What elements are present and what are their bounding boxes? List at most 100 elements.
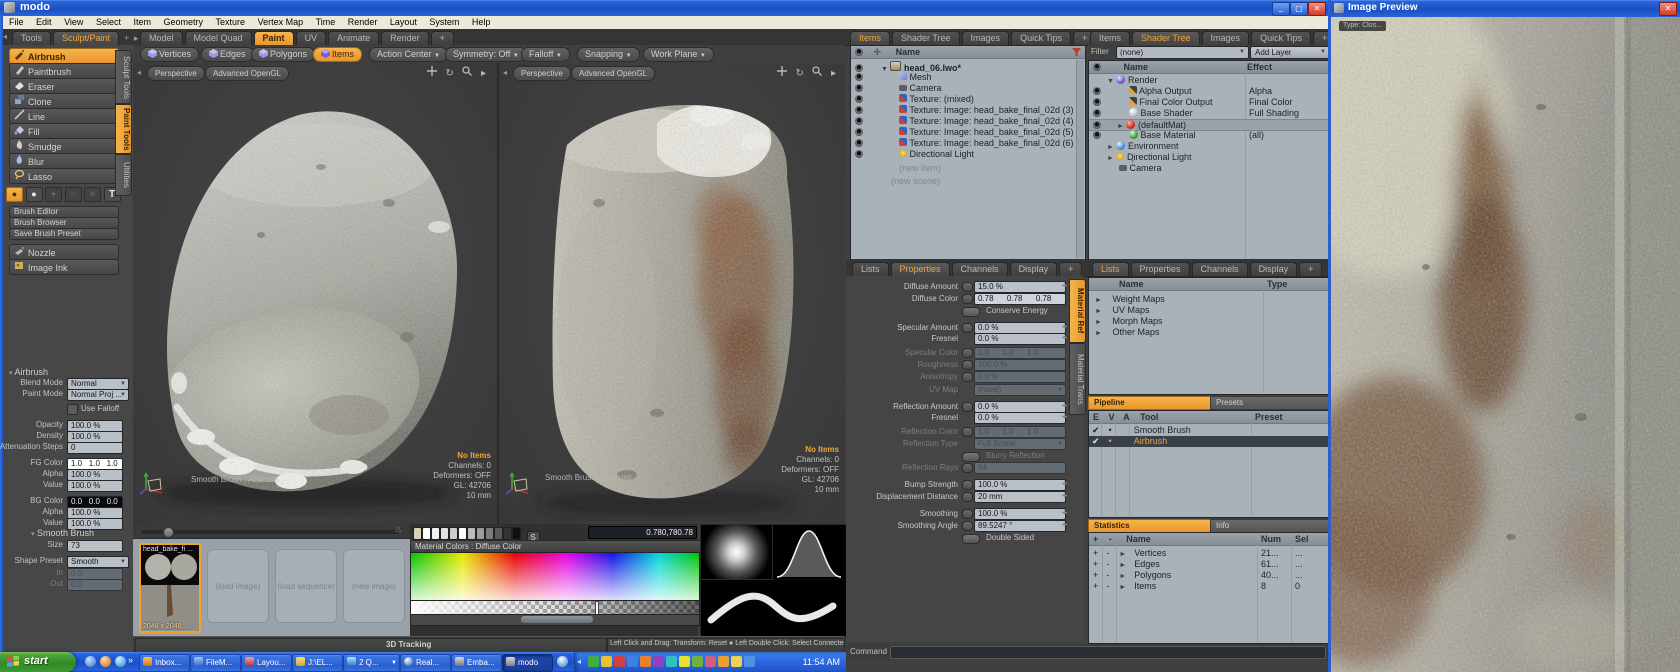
quicklaunch-icon[interactable] bbox=[115, 656, 126, 667]
bump-strength-field[interactable]: 100.0 % bbox=[974, 479, 1066, 491]
item-row-texture-3[interactable]: Texture: Image: head_bake_final_02d (3) bbox=[851, 105, 1085, 115]
mini-knob[interactable] bbox=[962, 294, 973, 304]
tray-icon[interactable] bbox=[640, 656, 651, 667]
taskbar-app-icon[interactable] bbox=[557, 656, 568, 667]
mode-edges-button[interactable]: Edges bbox=[201, 47, 254, 62]
viewport-menu-icon[interactable]: ◂ bbox=[503, 68, 507, 77]
eye-icon[interactable] bbox=[855, 64, 863, 72]
brush-tip-pattern[interactable]: ✳ bbox=[84, 187, 101, 202]
mini-knob[interactable] bbox=[962, 323, 973, 333]
viewport-more-icon[interactable]: ▸ bbox=[831, 68, 836, 79]
menu-select[interactable]: Select bbox=[91, 16, 126, 28]
tab-shader-panel-shadertree[interactable]: Shader Tree bbox=[1132, 31, 1200, 45]
preview-titlebar[interactable]: Image Preview ✕ bbox=[1331, 0, 1680, 17]
shader-row-directional-light[interactable]: ► Directional Light bbox=[1089, 152, 1333, 162]
stats-row-edges[interactable]: +-►Edges61...... bbox=[1089, 559, 1333, 569]
uv-map-dropdown[interactable]: (none)▼ bbox=[974, 384, 1066, 396]
color-swatch[interactable] bbox=[449, 527, 458, 540]
reflection-fresnel-field[interactable]: 0.0 % bbox=[974, 412, 1066, 424]
color-scroll-handle[interactable] bbox=[521, 616, 593, 623]
size-field[interactable]: 73 bbox=[67, 540, 123, 552]
collapse-minus-icon[interactable]: - bbox=[1106, 548, 1109, 558]
viewport-1[interactable]: ◂ Perspective Advanced OpenGL ↻ ▸ bbox=[133, 63, 499, 524]
eye-icon[interactable] bbox=[1093, 87, 1101, 95]
pipeline-row-smooth-brush[interactable]: ✔•Smooth Brush bbox=[1089, 425, 1333, 435]
tab-items-panel-images[interactable]: Images bbox=[962, 31, 1010, 45]
tab-items-panel-quicktips[interactable]: Quick Tips bbox=[1011, 31, 1071, 45]
color-swatch[interactable] bbox=[458, 527, 467, 540]
tab-paint[interactable]: Paint bbox=[254, 31, 294, 45]
item-row-texture-mixed[interactable]: Texture: (mixed) bbox=[851, 94, 1085, 104]
tray-icon[interactable] bbox=[601, 656, 612, 667]
taskbar-button-group[interactable]: 2 Q...▼ bbox=[343, 654, 400, 672]
eye-icon[interactable] bbox=[855, 128, 863, 136]
tab-scroll-right-icon[interactable]: ▸ bbox=[134, 33, 139, 43]
mini-knob[interactable] bbox=[962, 492, 973, 502]
viewport1-shading-dropdown[interactable]: Advanced OpenGL bbox=[205, 66, 289, 81]
enable-check-icon[interactable]: ✔ bbox=[1092, 425, 1100, 435]
viewport1-view-dropdown[interactable]: Perspective bbox=[147, 66, 205, 81]
brush-tip-procedural[interactable]: ✦ bbox=[45, 187, 62, 202]
tab-lists-channels[interactable]: Channels bbox=[1192, 262, 1248, 276]
tab-props-add[interactable]: + bbox=[1059, 262, 1082, 276]
start-button[interactable]: start bbox=[0, 652, 76, 672]
alpha-strip[interactable] bbox=[410, 600, 700, 615]
anisotropy-field[interactable]: 0.0 % bbox=[974, 371, 1066, 383]
mini-knob[interactable] bbox=[962, 282, 973, 292]
shader-row-render[interactable]: ▼ Render bbox=[1089, 75, 1333, 85]
lists-row-uv-maps[interactable]: ► UV Maps bbox=[1089, 305, 1333, 315]
tab-model[interactable]: Model bbox=[140, 31, 183, 45]
side-tab-material-trans[interactable]: Material Trans bbox=[1069, 343, 1086, 415]
taskbar-button-inbox[interactable]: Inbox... bbox=[139, 654, 190, 672]
conserve-energy-toggle[interactable] bbox=[962, 307, 980, 317]
tool-fill[interactable]: Fill bbox=[9, 123, 119, 139]
tab-tools[interactable]: Tools bbox=[12, 31, 51, 45]
strip-scrollbar[interactable]: △ bbox=[141, 530, 399, 534]
stepper-icon[interactable]: ◂▸ bbox=[1060, 401, 1069, 411]
tab-shader-panel-quicktips[interactable]: Quick Tips bbox=[1251, 31, 1311, 45]
diffuse-color-field[interactable]: 0.78 0.78 0.78 bbox=[974, 293, 1066, 305]
brush-tip-star[interactable]: ☆ bbox=[65, 187, 82, 202]
item-row-scene[interactable]: ▼ head_06.lwo* bbox=[851, 61, 1085, 71]
filter-dropdown[interactable]: (none)▼ bbox=[1116, 46, 1249, 59]
visible-dot-icon[interactable]: • bbox=[1109, 425, 1112, 435]
viewport-more-icon[interactable]: ▸ bbox=[481, 68, 486, 79]
brush-falloff-curve[interactable] bbox=[773, 525, 845, 579]
fg-value-field[interactable]: 100.0 % bbox=[67, 480, 123, 492]
displacement-distance-field[interactable]: 20 mm bbox=[974, 491, 1066, 503]
strip-scroll-handle[interactable] bbox=[163, 527, 174, 538]
diffuse-amount-field[interactable]: 15.0 % bbox=[974, 281, 1066, 293]
mini-knob[interactable] bbox=[962, 427, 973, 437]
items-filter-icon[interactable] bbox=[1072, 48, 1081, 60]
tab-lists-add[interactable]: + bbox=[1299, 262, 1322, 276]
color-value-field[interactable]: 0.780,780.78 bbox=[588, 526, 697, 539]
stepper-icon[interactable]: ◂▸ bbox=[1060, 508, 1069, 518]
minimize-button[interactable]: _ bbox=[1272, 2, 1290, 16]
menu-system[interactable]: System bbox=[424, 16, 464, 28]
statistics-title-tab[interactable]: Statistics bbox=[1088, 519, 1215, 533]
color-swatch[interactable] bbox=[485, 527, 494, 540]
specular-color-field[interactable]: 1.0 1.0 1.0 bbox=[974, 347, 1066, 359]
tab-props-display[interactable]: Display bbox=[1010, 262, 1058, 276]
attenuation-steps-field[interactable]: 0 bbox=[67, 442, 123, 454]
new-image-card[interactable]: (new image) bbox=[343, 549, 405, 623]
rotate-icon[interactable]: ↻ bbox=[446, 68, 454, 79]
shader-row-alpha-output[interactable]: Alpha OutputAlpha bbox=[1089, 86, 1333, 96]
color-swatch[interactable] bbox=[512, 527, 521, 540]
tool-line[interactable]: Line bbox=[9, 108, 119, 124]
menu-file[interactable]: File bbox=[4, 16, 29, 28]
menu-item[interactable]: Item bbox=[128, 16, 156, 28]
tool-lasso[interactable]: Lasso bbox=[9, 168, 119, 184]
tray-icon[interactable] bbox=[731, 656, 742, 667]
item-row-texture-4[interactable]: Texture: Image: head_bake_final_02d (4) bbox=[851, 116, 1085, 126]
color-scrollbar[interactable] bbox=[410, 614, 700, 626]
side-tab-material-ref[interactable]: Material Ref bbox=[1069, 279, 1086, 343]
lists-row-morph-maps[interactable]: ► Morph Maps bbox=[1089, 316, 1333, 326]
tray-icon[interactable] bbox=[588, 656, 599, 667]
eye-icon[interactable] bbox=[1093, 121, 1101, 129]
tab-shader-panel-items[interactable]: Items bbox=[1090, 31, 1130, 45]
item-row-new-scene[interactable]: (new scene) bbox=[851, 176, 1085, 186]
pan-icon[interactable] bbox=[777, 66, 787, 79]
eye-icon[interactable] bbox=[855, 95, 863, 103]
mini-knob[interactable] bbox=[962, 521, 973, 531]
